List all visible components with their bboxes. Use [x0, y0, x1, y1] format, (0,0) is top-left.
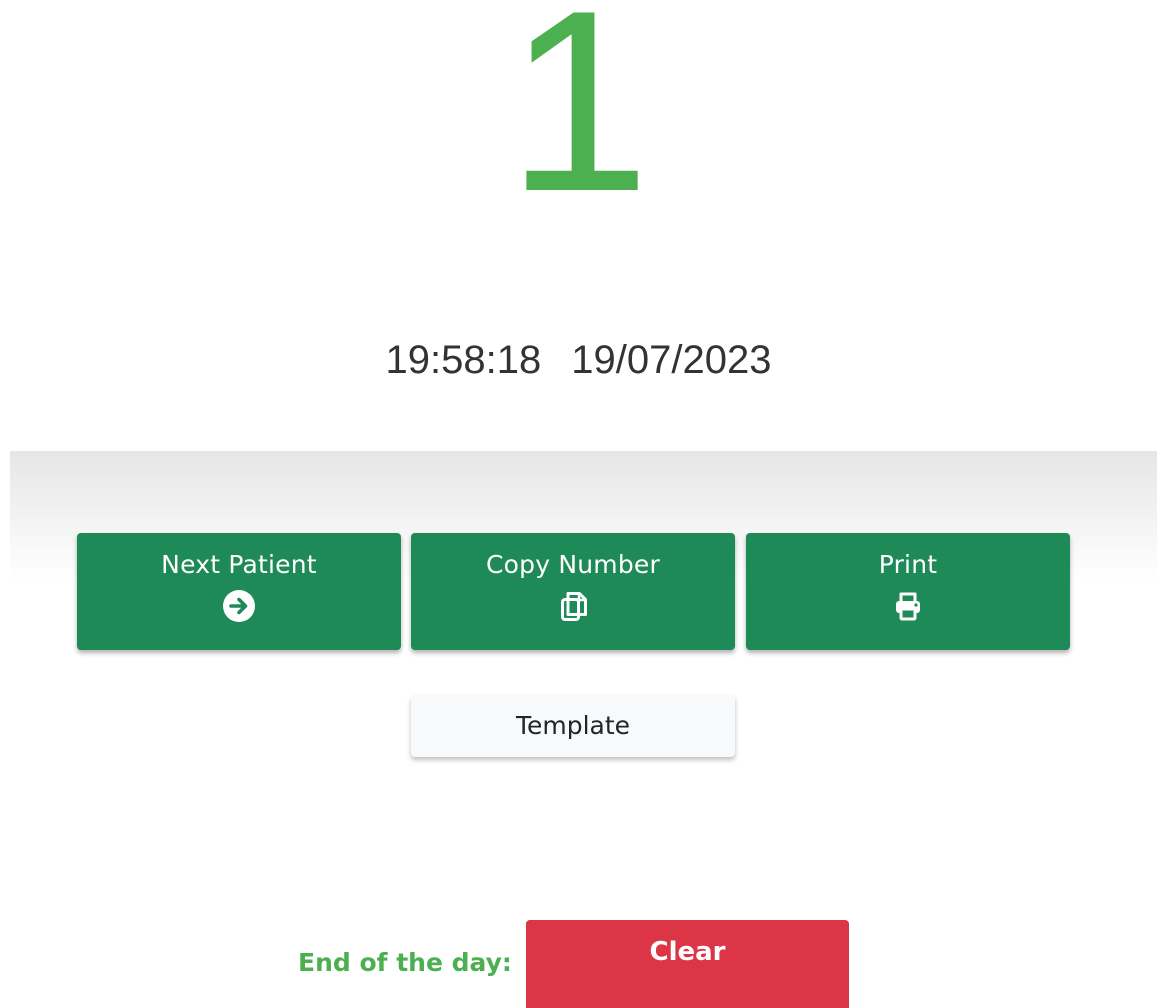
clear-button[interactable]: Clear	[526, 920, 849, 1008]
queue-number-display: 1	[506, 0, 651, 245]
arrow-circle-right-icon	[223, 590, 255, 622]
copy-number-label: Copy Number	[486, 550, 660, 579]
end-of-day-label: End of the day:	[298, 948, 512, 977]
template-button[interactable]: Template	[411, 695, 735, 757]
next-patient-button[interactable]: Next Patient	[77, 533, 401, 650]
clock-time: 19:58:18	[385, 338, 542, 382]
copy-number-button[interactable]: Copy Number	[411, 533, 735, 650]
printer-icon	[896, 592, 920, 621]
queue-page: 1 19:58:18 19/07/2023 Next Patient Copy N…	[0, 0, 1157, 1008]
datetime-display: 19:58:18 19/07/2023	[0, 336, 1157, 384]
copy-icon	[561, 592, 587, 621]
print-label: Print	[878, 550, 938, 579]
next-patient-label: Next Patient	[161, 550, 317, 579]
print-button[interactable]: Print	[746, 533, 1070, 650]
clock-date: 19/07/2023	[571, 338, 772, 382]
